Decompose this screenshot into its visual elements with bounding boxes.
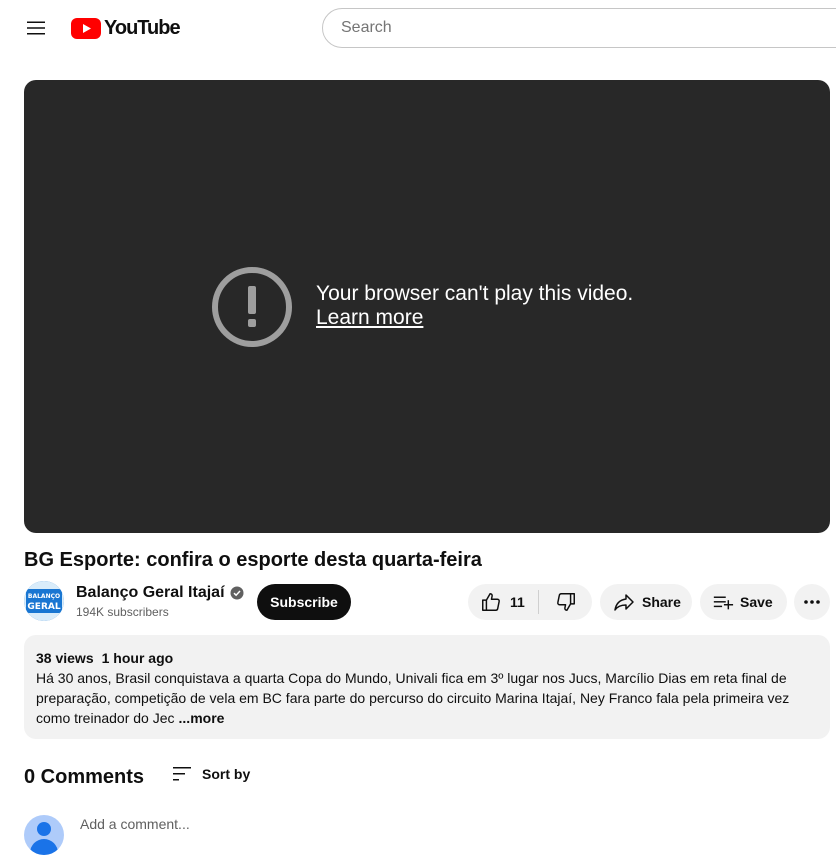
save-playlist-add-icon (713, 596, 734, 610)
share-label: Share (642, 594, 681, 610)
dislike-button[interactable] (539, 584, 592, 620)
view-count: 38 views (36, 650, 94, 666)
description-box[interactable]: 38 views 1 hour ago Há 30 anos, Brasil co… (24, 635, 830, 739)
more-actions-button[interactable] (794, 584, 830, 620)
error-message: Your browser can't play this video. (316, 282, 634, 305)
more-horizontal-icon (804, 600, 820, 604)
hamburger-menu-icon (27, 21, 45, 35)
save-label: Save (740, 594, 773, 610)
like-count: 11 (510, 594, 525, 610)
avatar-text-bottom: GERAL (27, 602, 60, 612)
user-avatar (24, 815, 64, 855)
subscriber-count: 194K subscribers (76, 605, 169, 619)
user-avatar-icon (30, 822, 58, 855)
add-comment-input[interactable]: Add a comment... (80, 816, 190, 832)
search-bar[interactable] (322, 8, 836, 48)
channel-logo-icon: BALANÇO GERAL (24, 581, 64, 621)
player-error: Your browser can't play this video. Lear… (316, 282, 633, 330)
channel-name[interactable]: Balanço Geral Itajaí (76, 583, 225, 603)
show-more-button[interactable]: ...more (179, 710, 225, 726)
thumbs-down-icon (556, 593, 575, 611)
thumbs-up-icon (482, 593, 500, 611)
channel-avatar[interactable]: BALANÇO GERAL (24, 581, 64, 621)
error-exclamation-icon (212, 267, 292, 347)
youtube-logo[interactable]: YouTube (71, 16, 181, 40)
share-button[interactable]: Share (600, 584, 692, 620)
sort-icon (173, 767, 191, 781)
avatar-text-top: BALANÇO (28, 593, 60, 600)
sort-by-button[interactable]: Sort by (172, 764, 250, 784)
youtube-play-logo-icon (71, 17, 101, 39)
subscribe-button[interactable]: Subscribe (257, 584, 351, 620)
video-title: BG Esporte: confira o esporte desta quar… (24, 549, 482, 571)
logo-text: YouTube (104, 16, 181, 39)
learn-more-link[interactable]: Learn more (316, 306, 423, 330)
upload-time: 1 hour ago (101, 650, 174, 666)
share-icon (614, 594, 634, 611)
like-dislike-bar: 11 (468, 584, 592, 620)
sort-by-label: Sort by (202, 766, 251, 782)
save-button[interactable]: Save (700, 584, 787, 620)
channel-name-row[interactable]: Balanço Geral Itajaí (76, 583, 244, 603)
search-input[interactable] (339, 18, 836, 38)
description-text: Há 30 anos, Brasil conquistava a quarta … (36, 670, 790, 726)
description-body: Há 30 anos, Brasil conquistava a quarta … (36, 668, 818, 728)
menu-button[interactable] (16, 8, 56, 48)
verified-badge-icon (230, 586, 244, 600)
description-meta: 38 views 1 hour ago (36, 648, 818, 668)
comment-count: 0 Comments (24, 766, 145, 788)
like-button[interactable]: 11 (468, 584, 538, 620)
